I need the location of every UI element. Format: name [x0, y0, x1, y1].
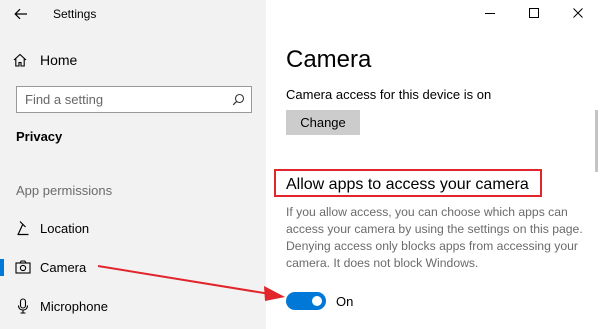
scrollbar[interactable] — [595, 110, 598, 172]
close-icon — [573, 8, 583, 18]
minimize-button[interactable] — [468, 0, 512, 26]
microphone-icon — [14, 297, 32, 315]
device-access-status: Camera access for this device is on — [286, 87, 492, 102]
search-icon — [232, 93, 244, 106]
back-button[interactable] — [10, 4, 32, 24]
change-button[interactable]: Change — [286, 110, 360, 135]
toggle-state-label: On — [336, 294, 354, 309]
sidebar-item-microphone[interactable]: Microphone — [0, 290, 266, 322]
search-button[interactable] — [225, 87, 251, 112]
camera-icon — [14, 258, 32, 276]
sidebar-item-label: Location — [40, 220, 90, 236]
sidebar-item-label: Camera — [40, 259, 87, 275]
home-label: Home — [40, 52, 78, 68]
selection-indicator — [0, 259, 4, 276]
section-title: Privacy — [16, 129, 63, 144]
group-header: App permissions — [16, 183, 113, 198]
maximize-button[interactable] — [512, 0, 556, 26]
close-button[interactable] — [556, 0, 600, 26]
window-controls — [468, 0, 600, 28]
sidebar-item-camera[interactable]: Camera — [0, 251, 266, 283]
maximize-icon — [529, 8, 539, 18]
main-content: Camera Camera access for this device is … — [266, 0, 600, 329]
toggle-knob — [312, 296, 322, 306]
page-title: Camera — [286, 46, 372, 73]
location-icon — [14, 219, 32, 237]
allow-apps-description: If you allow access, you can choose whic… — [286, 205, 583, 270]
sidebar-item-location[interactable]: Location — [0, 212, 266, 244]
camera-access-toggle[interactable] — [286, 292, 326, 310]
nav-home[interactable]: Home — [12, 48, 252, 72]
search-box — [16, 86, 252, 113]
allow-apps-heading: Allow apps to access your camera — [286, 176, 529, 193]
sidebar-item-label: Microphone — [40, 298, 108, 314]
home-icon — [13, 53, 27, 67]
minimize-icon — [485, 13, 495, 14]
back-arrow-icon — [14, 8, 27, 20]
search-input[interactable] — [17, 87, 225, 112]
title-bar: Settings — [0, 0, 266, 28]
sidebar: Settings Home Privacy App permissions Lo… — [0, 0, 266, 329]
app-title: Settings — [53, 7, 97, 21]
